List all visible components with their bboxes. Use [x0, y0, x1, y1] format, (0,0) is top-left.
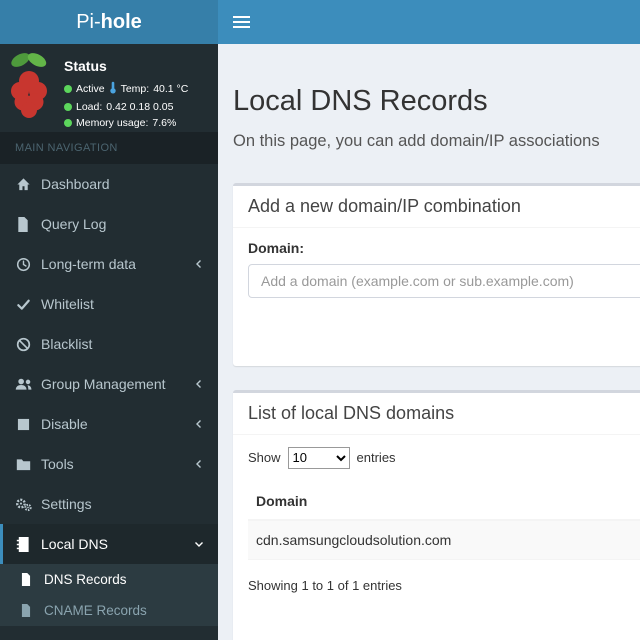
hamburger-icon	[233, 26, 250, 28]
file-icon	[14, 216, 32, 232]
sidebar-item-label: Query Log	[41, 216, 107, 232]
active-status-icon	[64, 85, 72, 93]
show-label: Show	[248, 450, 281, 466]
sidebar-item-label: Long-term data	[41, 256, 136, 272]
memory-status-icon	[64, 119, 72, 127]
file-icon	[17, 573, 35, 586]
sidebar-item-label: Local DNS	[41, 536, 108, 552]
sidebar-item-query-log[interactable]: Query Log	[0, 204, 218, 244]
add-domain-box-body: Domain:	[233, 228, 640, 366]
check-icon	[14, 297, 32, 312]
hamburger-icon	[233, 21, 250, 23]
stop-icon	[14, 418, 32, 431]
memory-value: 7.6%	[152, 117, 177, 129]
hamburger-icon	[233, 16, 250, 18]
status-panel: Status Active Temp: 40.1 °C Load: 0.42 0…	[0, 44, 218, 132]
table-summary: Showing 1 to 1 of 1 entries	[248, 577, 402, 593]
page-size-select[interactable]: 10	[287, 446, 350, 469]
pihole-logo[interactable]: Pi-hole	[0, 0, 218, 44]
file-icon	[17, 604, 35, 617]
dns-domains-list-header: List of local DNS domains	[233, 393, 640, 435]
local-dns-submenu: DNS Records CNAME Records	[0, 564, 218, 626]
logo-text-prefix: Pi-	[76, 10, 101, 33]
sidebar-item-settings[interactable]: Settings	[0, 484, 218, 524]
column-header-domain[interactable]: Domain	[248, 482, 640, 521]
domain-field-label: Domain:	[248, 239, 304, 256]
chevron-left-icon	[194, 259, 204, 269]
logo-text-bold: hole	[100, 10, 142, 33]
sidebar-item-label: Tools	[41, 456, 74, 472]
add-domain-box: Add a new domain/IP combination Domain:	[233, 182, 640, 366]
sidebar-item-label: Whitelist	[41, 296, 94, 312]
sidebar-item-label: Dashboard	[41, 176, 110, 192]
sidebar-item-label: Disable	[41, 416, 88, 432]
sidebar-item-blacklist[interactable]: Blacklist	[0, 324, 218, 364]
chevron-left-icon	[194, 459, 204, 469]
sidebar-item-label: Group Management	[41, 376, 166, 392]
load-status-icon	[64, 103, 72, 111]
sidebar-item-label: DNS Records	[44, 572, 127, 587]
folder-icon	[14, 458, 32, 471]
memory-label: Memory usage:	[76, 117, 149, 129]
load-values: 0.42 0.18 0.05	[106, 101, 174, 113]
ban-icon	[14, 337, 32, 352]
page-title: Local DNS Records	[233, 85, 488, 117]
status-line-load: Load: 0.42 0.18 0.05	[64, 101, 210, 113]
content-header: Local DNS Records On this page, you can …	[218, 44, 640, 151]
nav-section-header: MAIN NAVIGATION	[0, 132, 218, 164]
sidebar-item-label: CNAME Records	[44, 603, 147, 618]
sidebar-item-label: Settings	[41, 496, 92, 512]
page-subtitle: On this page, you can add domain/IP asso…	[233, 131, 600, 150]
sidebar-item-cname-records[interactable]: CNAME Records	[0, 595, 218, 626]
dns-domains-table: Domain cdn.samsungcloudsolution.com	[248, 482, 640, 560]
sidebar-menu: Dashboard Query Log Long-term data White…	[0, 164, 218, 626]
show-entries-row: Show 10 entries	[248, 446, 640, 469]
entries-label: entries	[356, 450, 396, 466]
domain-input[interactable]	[248, 263, 640, 298]
sidebar-toggle-button[interactable]	[218, 0, 266, 44]
sidebar-item-disable[interactable]: Disable	[0, 404, 218, 444]
clock-icon	[14, 257, 32, 272]
dns-domains-list-box: List of local DNS domains Show 10 entrie…	[233, 389, 640, 640]
sidebar: Status Active Temp: 40.1 °C Load: 0.42 0…	[0, 44, 218, 640]
sidebar-item-label: Blacklist	[41, 336, 93, 352]
active-label: Active	[76, 83, 105, 95]
thermometer-icon	[109, 81, 117, 97]
domain-cell: cdn.samsungcloudsolution.com	[248, 519, 640, 560]
chevron-left-icon	[194, 379, 204, 389]
sidebar-item-long-term-data[interactable]: Long-term data	[0, 244, 218, 284]
sidebar-item-dashboard[interactable]: Dashboard	[0, 164, 218, 204]
add-domain-box-header: Add a new domain/IP combination	[233, 186, 640, 228]
table-header-row: Domain	[248, 482, 640, 521]
sidebar-item-local-dns[interactable]: Local DNS	[0, 524, 218, 564]
address-book-icon	[14, 536, 32, 552]
users-icon	[14, 377, 32, 391]
status-line-memory: Memory usage: 7.6%	[64, 117, 210, 129]
raspberry-icon	[6, 48, 52, 127]
sidebar-item-whitelist[interactable]: Whitelist	[0, 284, 218, 324]
status-line-active-temp: Active Temp: 40.1 °C	[64, 81, 210, 97]
chevron-left-icon	[194, 419, 204, 429]
table-row: cdn.samsungcloudsolution.com	[248, 519, 640, 560]
top-bar: Pi-hole	[0, 0, 640, 44]
gears-icon	[14, 497, 32, 512]
load-label: Load:	[76, 101, 103, 113]
main-content: Local DNS Records On this page, you can …	[218, 44, 640, 640]
dns-domains-list-body: Show 10 entries Domain cdn.samsungclouds…	[233, 435, 640, 640]
temp-value: 40.1 °C	[153, 83, 189, 95]
home-icon	[14, 177, 32, 192]
sidebar-item-tools[interactable]: Tools	[0, 444, 218, 484]
chevron-down-icon	[194, 539, 204, 549]
sidebar-item-group-management[interactable]: Group Management	[0, 364, 218, 404]
pihole-admin-page: { "topbar": { "logo_prefix": "Pi-", "log…	[0, 0, 640, 640]
status-title: Status	[64, 58, 107, 74]
sidebar-item-dns-records[interactable]: DNS Records	[0, 564, 218, 595]
temp-label: Temp:	[120, 83, 150, 95]
